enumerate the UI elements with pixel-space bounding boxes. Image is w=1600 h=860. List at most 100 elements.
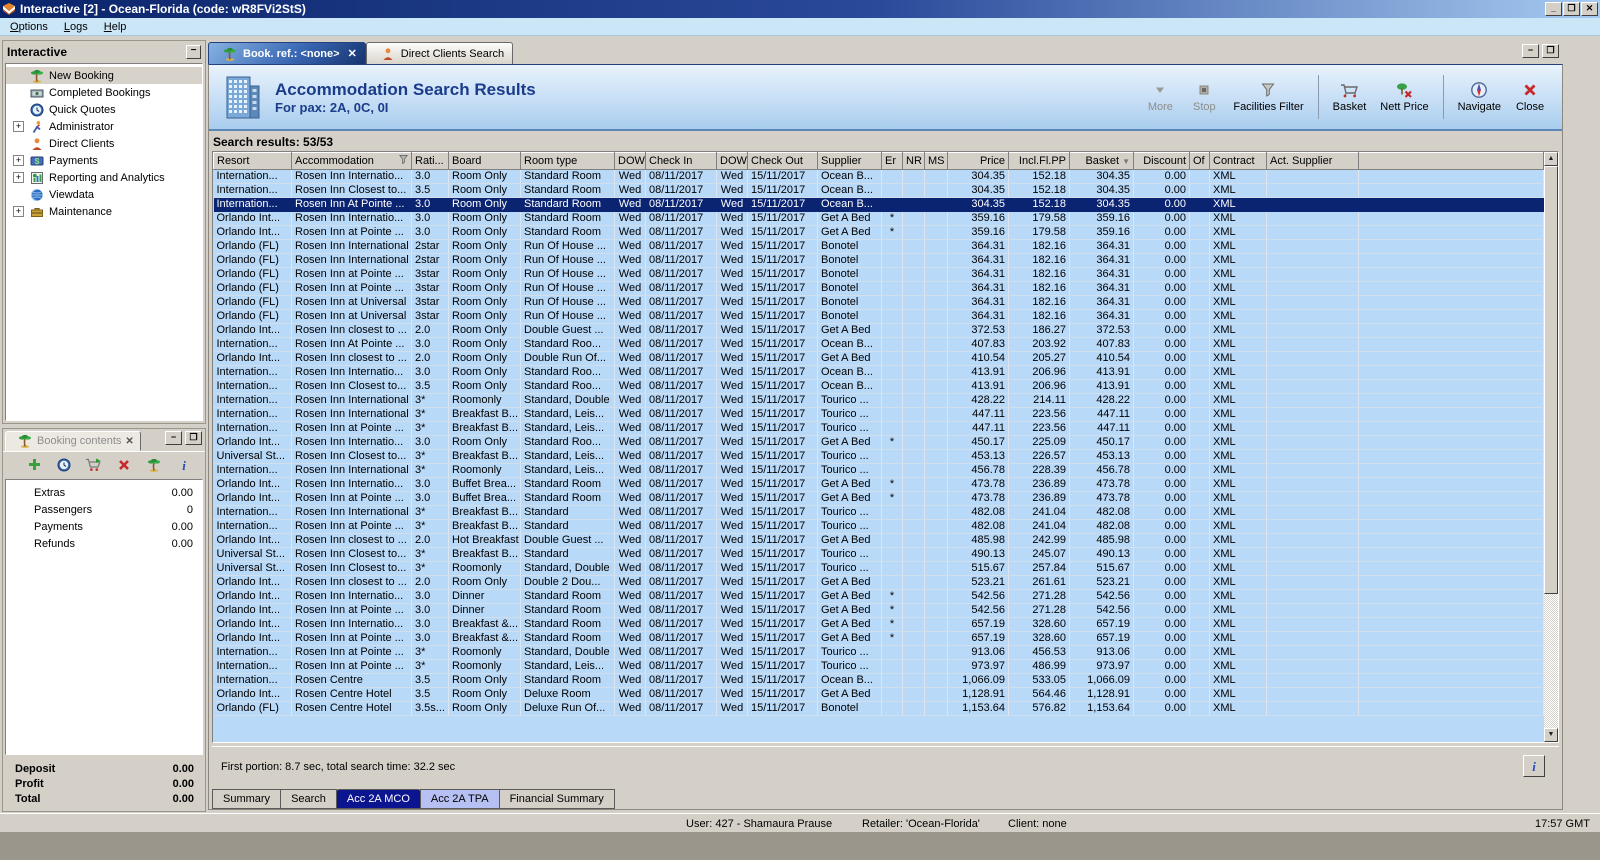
table-row[interactable]: Orlando (FL) Rosen Inn at Universal 3star R… (213, 309, 1544, 324)
sidebar-item-quick-quotes[interactable]: Quick Quotes (6, 101, 202, 118)
table-row[interactable]: Internation... Rosen Inn Closest to... 3.5… (213, 183, 1544, 198)
bottom-tab-acc-2a-tpa[interactable]: Acc 2A TPA (419, 789, 500, 809)
table-row[interactable]: Internation... Rosen Inn International 3* B… (213, 407, 1544, 422)
table-row[interactable]: Internation... Rosen Centre 3.5 Room Only St… (213, 673, 1544, 688)
column-header-discount[interactable]: Discount (1133, 152, 1190, 170)
bottom-tab-financial-summary[interactable]: Financial Summary (498, 789, 615, 809)
delete-icon[interactable] (115, 456, 133, 474)
table-row[interactable]: Orlando Int... Rosen Inn closest to ... 2.… (213, 533, 1544, 548)
table-row[interactable]: Orlando Int... Rosen Centre Hotel 3.5 Room … (213, 687, 1544, 702)
table-row[interactable]: Orlando (FL) Rosen Inn International 2star… (213, 253, 1544, 268)
column-header-resort[interactable]: Resort (213, 152, 292, 170)
column-header-dow[interactable]: DOW (614, 152, 646, 170)
table-scrollbar[interactable]: ▲ ▼ (1544, 152, 1558, 742)
table-row[interactable]: Orlando (FL) Rosen Inn at Pointe ... 3star… (213, 281, 1544, 296)
basket-button[interactable]: Basket (1326, 77, 1374, 117)
column-header-contract[interactable]: Contract (1209, 152, 1267, 170)
mdi-minimize-button[interactable]: − (1522, 44, 1539, 58)
booking-contents-tab[interactable]: Booking contents ✕ (5, 431, 141, 451)
table-row[interactable]: Internation... Rosen Inn Internatio... 3.0… (213, 169, 1544, 184)
booking-panel-maximize-button[interactable]: ❐ (185, 431, 202, 445)
table-row[interactable]: Orlando Int... Rosen Inn at Pointe ... 3.0… (213, 491, 1544, 506)
table-row[interactable]: Internation... Rosen Inn International 3* R… (213, 393, 1544, 408)
table-row[interactable]: Orlando Int... Rosen Inn closest to ... 2.… (213, 575, 1544, 590)
table-row[interactable]: Orlando Int... Rosen Inn at Pointe ... 3.0… (213, 603, 1544, 618)
table-row[interactable]: Universal St... Rosen Inn Closest to... 3*… (213, 449, 1544, 464)
menu-item-options[interactable]: Options (2, 19, 56, 35)
table-row[interactable]: Internation... Rosen Inn at Pointe ... 3* B… (213, 421, 1544, 436)
table-row[interactable]: Orlando Int... Rosen Inn Internatio... 3.0… (213, 589, 1544, 604)
filter-icon[interactable] (398, 154, 409, 168)
tab-book-ref-none[interactable]: Book. ref.: <none> ✕ (208, 42, 366, 64)
bottom-tab-acc-2a-mco[interactable]: Acc 2A MCO (335, 789, 421, 809)
table-row[interactable]: Universal St... Rosen Inn Closest to... 3*… (213, 547, 1544, 562)
table-row[interactable]: Internation... Rosen Inn Internatio... 3.0… (213, 365, 1544, 380)
table-row[interactable]: Orlando (FL) Rosen Inn International 2star… (213, 239, 1544, 254)
bottom-tab-summary[interactable]: Summary (212, 789, 282, 809)
sidebar-item-reporting-and-analytics[interactable]: + Reporting and Analytics (6, 169, 202, 186)
column-header-of[interactable]: Of (1189, 152, 1210, 170)
table-row[interactable]: Orlando Int... Rosen Inn Internatio... 3.0… (213, 435, 1544, 450)
column-header-check-in[interactable]: Check In (645, 152, 717, 170)
column-header-accommodation[interactable]: Accommodation (291, 152, 412, 170)
bottom-tab-search[interactable]: Search (280, 789, 337, 809)
column-header-board[interactable]: Board (448, 152, 521, 170)
scroll-down-icon[interactable]: ▼ (1544, 728, 1558, 742)
column-header-supplier[interactable]: Supplier (817, 152, 882, 170)
column-header-nr[interactable]: NR (902, 152, 925, 170)
table-row[interactable]: Internation... Rosen Inn At Pointe ... 3.0… (213, 337, 1544, 352)
close-window-button[interactable]: ✕ (1581, 2, 1598, 16)
column-header-basket[interactable]: Basket ▼ (1069, 152, 1134, 170)
booking-panel-minimize-button[interactable]: − (165, 431, 182, 445)
table-row[interactable]: Orlando Int... Rosen Inn Internatio... 3.0… (213, 477, 1544, 492)
column-header-ms[interactable]: MS (924, 152, 948, 170)
table-row[interactable]: Orlando Int... Rosen Inn Internatio... 3.0… (213, 211, 1544, 226)
column-header-rati[interactable]: Rati... (411, 152, 449, 170)
expand-icon[interactable]: + (13, 121, 24, 132)
maximize-window-button[interactable]: ❐ (1563, 2, 1580, 16)
sidebar-item-maintenance[interactable]: + Maintenance (6, 203, 202, 220)
column-header-incl-fl-pp[interactable]: Incl.Fl.PP (1008, 152, 1070, 170)
scrollbar-thumb[interactable] (1544, 166, 1558, 594)
booking-contents-close-icon[interactable]: ✕ (125, 436, 133, 447)
sidebar-item-new-booking[interactable]: New Booking (6, 67, 202, 84)
table-row[interactable]: Universal St... Rosen Inn Closest to... 3*… (213, 561, 1544, 576)
close-button[interactable]: Close (1508, 77, 1552, 117)
table-row[interactable]: Orlando (FL) Rosen Inn at Universal 3star R… (213, 295, 1544, 310)
scroll-up-icon[interactable]: ▲ (1544, 152, 1558, 166)
column-header-room-type[interactable]: Room type (520, 152, 615, 170)
sidebar-item-completed-bookings[interactable]: Completed Bookings (6, 84, 202, 101)
add-icon[interactable] (25, 456, 43, 474)
navigate-button[interactable]: Navigate (1451, 77, 1508, 117)
move-to-basket-icon[interactable] (85, 456, 103, 474)
table-row[interactable]: Internation... Rosen Inn at Pointe ... 3* B… (213, 519, 1544, 534)
column-header-act-supplier[interactable]: Act. Supplier (1266, 152, 1359, 170)
sidebar-item-payments[interactable]: + $ Payments (6, 152, 202, 169)
collapse-panel-button[interactable]: − (186, 45, 201, 59)
minimize-window-button[interactable]: _ (1545, 2, 1562, 16)
table-row[interactable]: Internation... Rosen Inn at Pointe ... 3* R… (213, 659, 1544, 674)
sidebar-item-direct-clients[interactable]: Direct Clients (6, 135, 202, 152)
table-row[interactable]: Internation... Rosen Inn At Pointe ... 3.0… (213, 197, 1544, 212)
info-icon[interactable]: i (175, 456, 193, 474)
column-header-dow[interactable]: DOW (716, 152, 748, 170)
sidebar-item-viewdata[interactable]: Viewdata (6, 186, 202, 203)
table-row[interactable]: Internation... Rosen Inn at Pointe ... 3* R… (213, 645, 1544, 660)
quick-quote-icon[interactable] (55, 456, 73, 474)
mdi-restore-button[interactable]: ❐ (1542, 44, 1559, 58)
tab-close-icon[interactable]: ✕ (348, 47, 357, 60)
column-header-price[interactable]: Price (947, 152, 1009, 170)
table-row[interactable]: Orlando Int... Rosen Inn Internatio... 3.0… (213, 617, 1544, 632)
new-booking-icon[interactable] (145, 456, 163, 474)
table-row[interactable]: Internation... Rosen Inn Closest to... 3.5… (213, 379, 1544, 394)
menu-item-help[interactable]: Help (96, 19, 135, 35)
table-row[interactable]: Orlando Int... Rosen Inn at Pointe ... 3.0… (213, 225, 1544, 240)
expand-icon[interactable]: + (13, 206, 24, 217)
table-row[interactable]: Orlando Int... Rosen Inn closest to ... 2.… (213, 323, 1544, 338)
info-button[interactable]: i (1523, 755, 1545, 777)
menu-item-logs[interactable]: Logs (56, 19, 96, 35)
table-row[interactable]: Orlando Int... Rosen Inn closest to ... 2.… (213, 351, 1544, 366)
table-row[interactable]: Internation... Rosen Inn International 3* B… (213, 505, 1544, 520)
table-row[interactable]: Orlando Int... Rosen Inn at Pointe ... 3.0… (213, 631, 1544, 646)
table-row[interactable]: Internation... Rosen Inn International 3* R… (213, 463, 1544, 478)
